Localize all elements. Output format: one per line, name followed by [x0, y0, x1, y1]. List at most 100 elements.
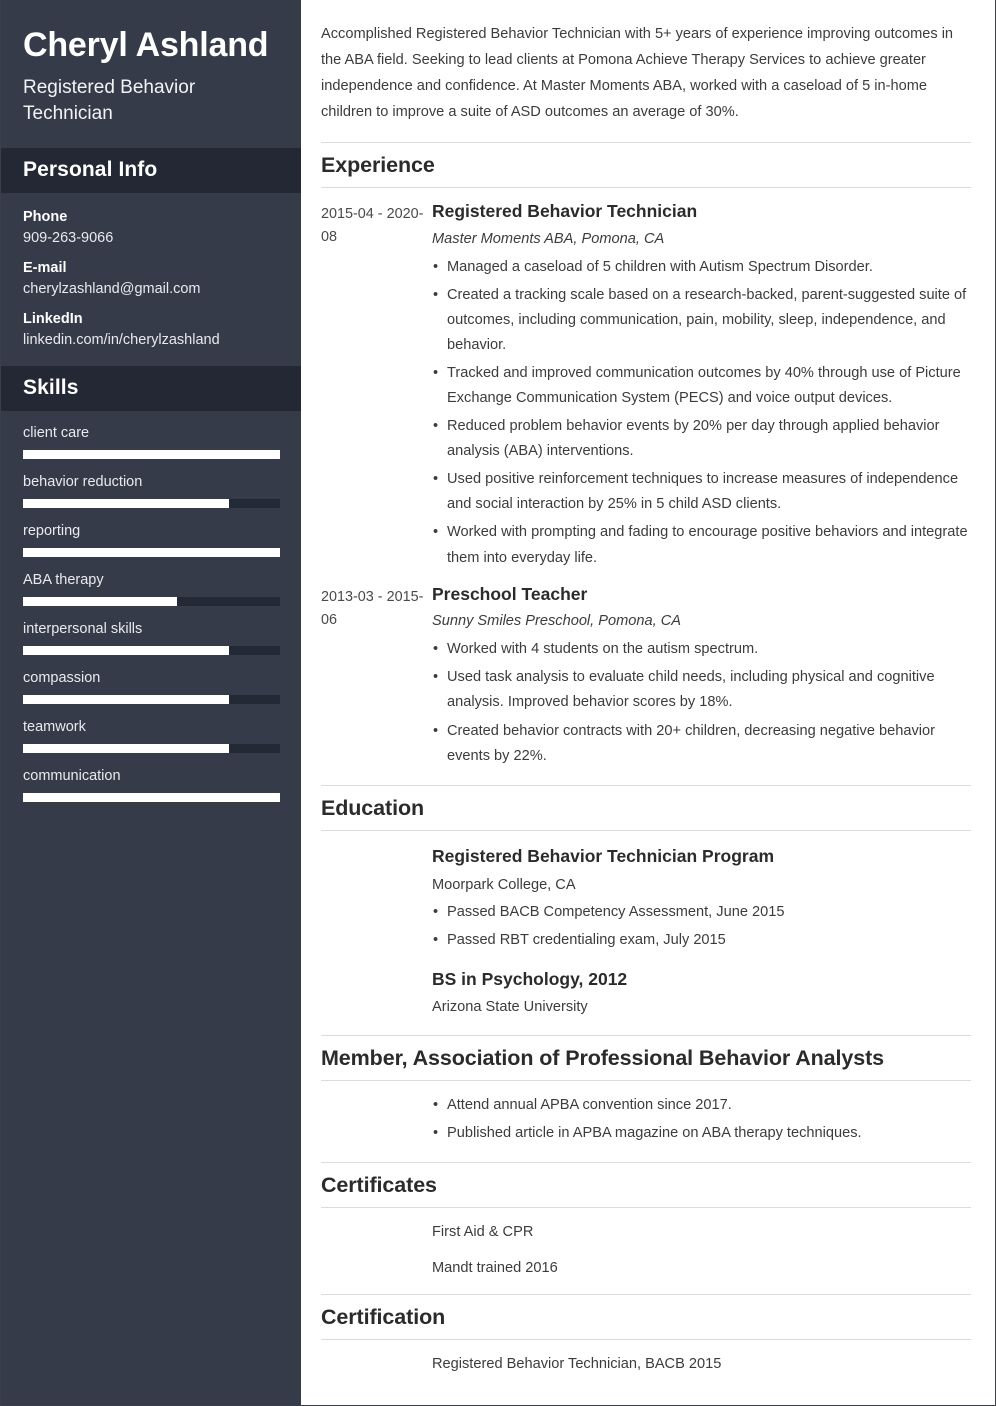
bullet-item: Reduced problem behavior events by 20% p… — [432, 414, 971, 464]
certificate-item: First Aid & CPR — [432, 1224, 534, 1241]
skill-item: ABA therapy — [23, 571, 280, 606]
experience-body: Registered Behavior Technician Master Mo… — [432, 200, 971, 571]
skill-label: behavior reduction — [23, 473, 143, 490]
section-heading-experience: Experience — [321, 152, 435, 177]
section-experience: Experience 2015-04 - 2020-08 Registered … — [321, 141, 971, 785]
skills-header: Skills — [1, 365, 301, 411]
skill-label: teamwork — [23, 718, 86, 735]
section-heading-education: Education — [321, 795, 425, 820]
skill-bar-fill — [23, 645, 229, 655]
bullet-item: Attend annual APBA convention since 2017… — [432, 1093, 971, 1118]
contact-value-email[interactable]: cherylzashland@gmail.com — [23, 281, 279, 297]
skill-label: ABA therapy — [23, 571, 104, 588]
skill-bar-track — [23, 694, 280, 704]
section-heading-certification: Certification — [321, 1305, 446, 1330]
resume-page: Cheryl Ashland Registered Behavior Techn… — [0, 0, 996, 1406]
skill-item: compassion — [23, 669, 280, 704]
certificates-body: First Aid & CPR Mandt trained 2016 — [321, 1208, 971, 1294]
experience-entry: 2015-04 - 2020-08 Registered Behavior Te… — [321, 188, 971, 571]
skills-heading: Skills — [23, 375, 79, 399]
skill-bar-track — [23, 645, 280, 655]
skill-item: behavior reduction — [23, 473, 280, 508]
section-certificates: Certificates First Aid & CPR Mandt train… — [321, 1162, 971, 1294]
education-entry: Registered Behavior Technician Program M… — [321, 831, 971, 954]
skill-bar-track — [23, 596, 280, 606]
divider — [321, 1080, 971, 1082]
skill-label: communication — [23, 767, 121, 784]
section-heading-certificates: Certificates — [321, 1173, 437, 1198]
name-block: Cheryl Ashland Registered Behavior Techn… — [1, 0, 301, 148]
contact-label: E-mail — [23, 259, 67, 276]
certificate-item: Mandt trained 2016 — [432, 1260, 558, 1277]
section-certification: Certification Registered Behavior Techni… — [321, 1294, 971, 1376]
contact-item-phone: Phone 909-263-9066 — [23, 209, 279, 246]
experience-bullets: Worked with 4 students on the autism spe… — [432, 637, 971, 768]
bullet-item: Tracked and improved communication outco… — [432, 361, 971, 411]
personal-info-header: Personal Info — [1, 147, 301, 193]
skill-item: teamwork — [23, 718, 280, 753]
bullet-item: Managed a caseload of 5 children with Au… — [432, 255, 971, 280]
experience-bullets: Managed a caseload of 5 children with Au… — [432, 255, 971, 571]
candidate-job-title: Registered Behavior Technician — [23, 77, 196, 124]
bullet-item: Used task analysis to evaluate child nee… — [432, 665, 971, 715]
skill-label: interpersonal skills — [23, 620, 143, 637]
skill-label: compassion — [23, 669, 101, 686]
experience-dates: 2013-03 - 2015-06 — [321, 588, 424, 628]
candidate-name: Cheryl Ashland — [23, 26, 269, 64]
bullet-item: Used positive reinforcement techniques t… — [432, 467, 971, 517]
bullet-item: Published article in APBA magazine on AB… — [432, 1121, 971, 1146]
skill-bar-fill — [23, 498, 229, 508]
skill-bar-fill — [23, 449, 280, 459]
skill-label: client care — [23, 424, 90, 441]
education-entry: BS in Psychology, 2012 Arizona State Uni… — [321, 954, 971, 1036]
experience-entry: 2013-03 - 2015-06 Preschool Teacher Sunn… — [321, 571, 971, 785]
certification-item: Registered Behavior Technician, BACB 201… — [432, 1356, 722, 1373]
contact-item-email: E-mail cherylzashland@gmail.com — [23, 260, 279, 297]
skill-item: communication — [23, 767, 280, 802]
contact-value-linkedin[interactable]: linkedin.com/in/cherylzashland — [23, 332, 279, 348]
skill-bar-fill — [23, 547, 280, 557]
education-school: Arizona State University — [432, 999, 588, 1016]
membership-bullets: Attend annual APBA convention since 2017… — [432, 1093, 971, 1146]
experience-organization: Sunny Smiles Preschool, Pomona, CA — [432, 613, 682, 630]
bullet-item: Passed RBT credentialing exam, July 2015 — [432, 928, 971, 953]
skill-bar-track — [23, 792, 280, 802]
membership-body: Attend annual APBA convention since 2017… — [321, 1093, 971, 1162]
skill-label: reporting — [23, 522, 81, 539]
personal-info-heading: Personal Info — [23, 157, 158, 181]
contact-label: Phone — [23, 208, 68, 225]
experience-body: Preschool Teacher Sunny Smiles Preschool… — [432, 583, 971, 769]
bullet-item: Worked with prompting and fading to enco… — [432, 520, 971, 570]
education-bullets: Passed BACB Competency Assessment, June … — [432, 900, 971, 953]
experience-dates: 2015-04 - 2020-08 — [321, 205, 424, 246]
bullet-item: Created a tracking scale based on a rese… — [432, 283, 971, 358]
education-degree: Registered Behavior Technician Program — [432, 845, 775, 866]
skill-bar-track — [23, 498, 280, 508]
skill-bar-fill — [23, 743, 229, 753]
skills-list: client care behavior reduction reporting… — [1, 411, 301, 822]
section-heading-membership: Member, Association of Professional Beha… — [321, 1046, 885, 1071]
contact-label: LinkedIn — [23, 310, 83, 327]
education-school: Moorpark College, CA — [432, 876, 576, 893]
skill-bar-track — [23, 449, 280, 459]
experience-role: Preschool Teacher — [432, 583, 588, 604]
bullet-item: Passed BACB Competency Assessment, June … — [432, 900, 971, 925]
section-membership: Member, Association of Professional Beha… — [321, 1035, 971, 1162]
experience-role: Registered Behavior Technician — [432, 200, 698, 221]
section-education: Education Registered Behavior Technician… — [321, 784, 971, 1036]
education-degree: BS in Psychology, 2012 — [432, 968, 628, 989]
bullet-item: Created behavior contracts with 20+ chil… — [432, 719, 971, 769]
skill-item: reporting — [23, 522, 280, 557]
summary-paragraph: Accomplished Registered Behavior Technic… — [321, 26, 954, 120]
skill-bar-fill — [23, 694, 229, 704]
contact-item-linkedin: LinkedIn linkedin.com/in/cherylzashland — [23, 311, 279, 348]
skill-item: interpersonal skills — [23, 620, 280, 655]
certification-body: Registered Behavior Technician, BACB 201… — [321, 1340, 971, 1376]
skill-bar-track — [23, 743, 280, 753]
contact-value-phone[interactable]: 909-263-9066 — [23, 230, 279, 246]
skill-bar-track — [23, 547, 280, 557]
skill-bar-fill — [23, 792, 280, 802]
experience-organization: Master Moments ABA, Pomona, CA — [432, 230, 665, 247]
sidebar: Cheryl Ashland Registered Behavior Techn… — [1, 0, 301, 1405]
bullet-item: Worked with 4 students on the autism spe… — [432, 637, 971, 662]
